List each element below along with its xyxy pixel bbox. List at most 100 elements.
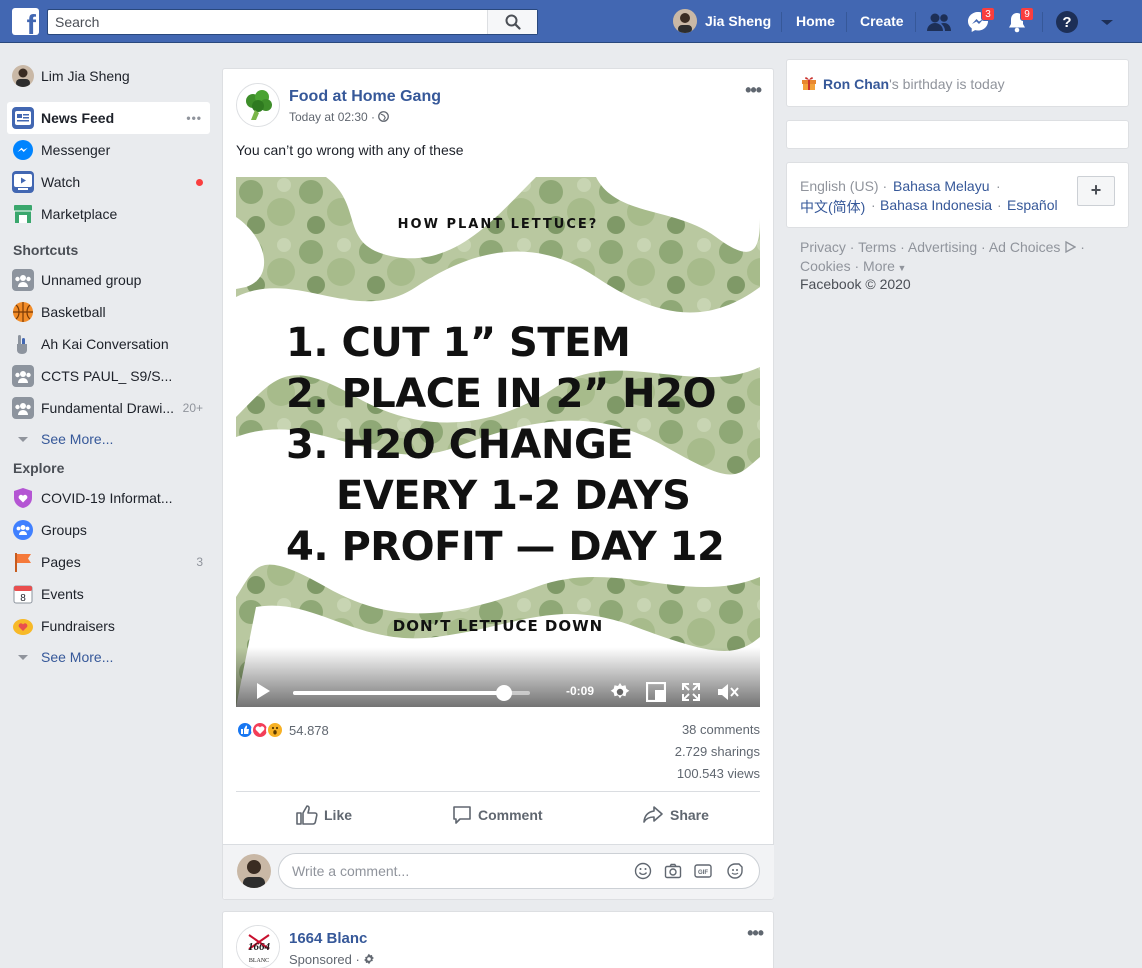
friend-requests-button[interactable] — [926, 10, 952, 34]
sponsored-label[interactable]: Sponsored · — [289, 952, 375, 967]
sidebar-profile[interactable]: Lim Jia Sheng — [0, 60, 215, 92]
video-title: HOW PLANT LETTUCE? — [397, 217, 599, 232]
sidebar-item-ah-kai-conversation[interactable]: Ah Kai Conversation — [0, 328, 215, 360]
sidebar-item-label: CCTS PAUL_ S9/S... — [41, 368, 173, 384]
share-button[interactable]: Share — [642, 805, 709, 825]
notifications-button[interactable]: 9 — [1005, 7, 1034, 34]
mute-icon[interactable] — [716, 681, 740, 703]
see-more-explore[interactable]: See More... — [0, 642, 215, 672]
comment-button[interactable]: Comment — [452, 805, 543, 825]
see-more-shortcuts[interactable]: See More... — [0, 424, 215, 454]
sidebar-user-name: Lim Jia Sheng — [41, 68, 130, 84]
feed-post: Food at Home Gang Today at 02:30 · ••• Y… — [222, 68, 774, 900]
language-link-bahasa-melayu[interactable]: Bahasa Melayu — [893, 178, 990, 194]
sidebar-item-fundraisers[interactable]: Fundraisers — [0, 610, 215, 642]
caret-down-icon — [1101, 20, 1113, 25]
group-icon — [12, 365, 34, 387]
account-menu-button[interactable] — [1095, 10, 1121, 34]
page-avatar[interactable]: 1664 BLANC — [236, 925, 280, 968]
svg-text:8: 8 — [20, 593, 26, 604]
sidebar-item-label: Events — [41, 586, 84, 602]
birthday-person-link[interactable]: Ron Chan — [823, 76, 889, 92]
sidebar-item-messenger[interactable]: Messenger — [0, 134, 215, 166]
see-more-label: See More... — [41, 649, 114, 665]
sidebar-item-label: Fundamental Drawi... — [41, 400, 175, 416]
feed-post-sponsored: 1664 BLANC 1664 Blanc Sponsored · ••• — [222, 911, 774, 968]
sidebar-item-ccts-paul[interactable]: CCTS PAUL_ S9/S... — [0, 360, 215, 392]
add-language-button[interactable]: + — [1077, 176, 1115, 206]
video-player[interactable]: HOW PLANT LETTUCE? 1. CUT 1” STEM 2. PLA… — [236, 177, 760, 707]
birthday-text: Ron Chan's birthday is today — [823, 76, 1005, 92]
more-options-icon[interactable]: ••• — [186, 111, 202, 125]
language-link-bahasa-indonesia[interactable]: Bahasa Indonesia — [880, 197, 992, 213]
nav-divider — [1042, 12, 1043, 32]
sidebar-item-fundamental-drawing[interactable]: Fundamental Drawi... 20+ — [0, 392, 215, 424]
picture-in-picture-icon[interactable] — [646, 682, 666, 702]
profile-link[interactable]: Jia Sheng — [673, 9, 783, 33]
sidebar-item-unnamed-group[interactable]: Unnamed group — [0, 264, 215, 296]
language-link-espanol[interactable]: Español — [1007, 197, 1058, 213]
video-progress-bar[interactable] — [293, 685, 530, 701]
svg-text:GIF: GIF — [698, 870, 708, 876]
footer-link-ad-choices[interactable]: Ad Choices — [989, 239, 1061, 255]
sidebar-item-basketball[interactable]: Basketball — [0, 296, 215, 328]
camera-icon[interactable] — [664, 862, 682, 880]
comment-input[interactable] — [279, 854, 609, 888]
search-button[interactable] — [487, 10, 537, 34]
news-feed-icon — [12, 107, 34, 129]
messenger-button[interactable]: 3 — [966, 7, 995, 34]
reactions-summary[interactable]: 54.878 — [236, 721, 329, 739]
post-timestamp[interactable]: Today at 02:30 · — [289, 110, 390, 124]
post-options-button[interactable]: ••• — [747, 923, 764, 944]
footer-link-advertising[interactable]: Advertising — [908, 239, 977, 255]
footer-link-privacy[interactable]: Privacy — [800, 239, 846, 255]
video-time-remaining: -0:09 — [566, 684, 595, 698]
birthday-reminder[interactable]: Ron Chan's birthday is today — [786, 59, 1129, 107]
sidebar-item-label: News Feed — [41, 110, 115, 126]
sidebar-item-watch[interactable]: Watch — [0, 166, 215, 198]
create-link[interactable]: Create — [860, 13, 904, 29]
sidebar-item-marketplace[interactable]: Marketplace — [0, 198, 215, 230]
sidebar-item-news-feed[interactable]: News Feed ••• — [7, 102, 210, 134]
friends-icon — [927, 13, 951, 31]
emoji-icon[interactable] — [634, 862, 652, 880]
gif-icon[interactable]: GIF — [694, 862, 712, 880]
comment-composer: GIF — [223, 844, 774, 899]
video-scrubber-handle[interactable] — [495, 685, 512, 701]
help-button[interactable]: ? — [1055, 10, 1081, 34]
footer-link-cookies[interactable]: Cookies — [800, 258, 851, 274]
sidebar-item-groups[interactable]: Groups — [0, 514, 215, 546]
shares-count-link[interactable]: 2.729 sharings — [675, 744, 760, 759]
page-avatar[interactable] — [236, 83, 280, 127]
settings-gear-icon[interactable] — [609, 681, 631, 703]
right-rail-empty-box — [786, 120, 1129, 149]
home-link[interactable]: Home — [796, 13, 835, 29]
comments-count-link[interactable]: 38 comments — [682, 722, 760, 737]
page-name-link[interactable]: 1664 Blanc — [289, 930, 367, 947]
fullscreen-icon[interactable] — [681, 682, 701, 702]
messenger-icon — [12, 139, 34, 161]
language-link-chinese[interactable]: 中文(简体) — [800, 197, 865, 217]
page-name-link[interactable]: Food at Home Gang — [289, 88, 441, 106]
sidebar-item-pages[interactable]: Pages 3 — [0, 546, 215, 578]
chevron-down-icon: ▼ — [894, 263, 907, 273]
nav-divider — [846, 12, 847, 32]
facebook-logo-icon[interactable]: f — [12, 8, 39, 35]
brand-logo: 1664 BLANC — [237, 926, 279, 968]
comment-label: Comment — [478, 807, 543, 823]
footer-link-more[interactable]: More — [863, 258, 895, 274]
current-language: English (US) · — [800, 178, 888, 194]
broccoli-icon — [237, 84, 279, 126]
group-icon — [12, 269, 34, 291]
sidebar-item-events[interactable]: 8 Events — [0, 578, 215, 610]
sidebar-item-covid-info[interactable]: COVID-19 Informat... — [0, 482, 215, 514]
top-navigation-bar: f Jia Sheng Home Create 3 9 ? — [0, 0, 1142, 43]
like-button[interactable]: Like — [296, 805, 352, 825]
sticker-icon[interactable] — [726, 862, 744, 880]
post-options-button[interactable]: ••• — [745, 80, 762, 101]
fundraisers-icon — [12, 615, 34, 637]
search-input[interactable] — [48, 10, 488, 34]
footer-link-terms[interactable]: Terms — [858, 239, 896, 255]
left-sidebar: Lim Jia Sheng News Feed ••• Messenger Wa… — [0, 60, 215, 672]
play-icon[interactable] — [254, 682, 272, 700]
